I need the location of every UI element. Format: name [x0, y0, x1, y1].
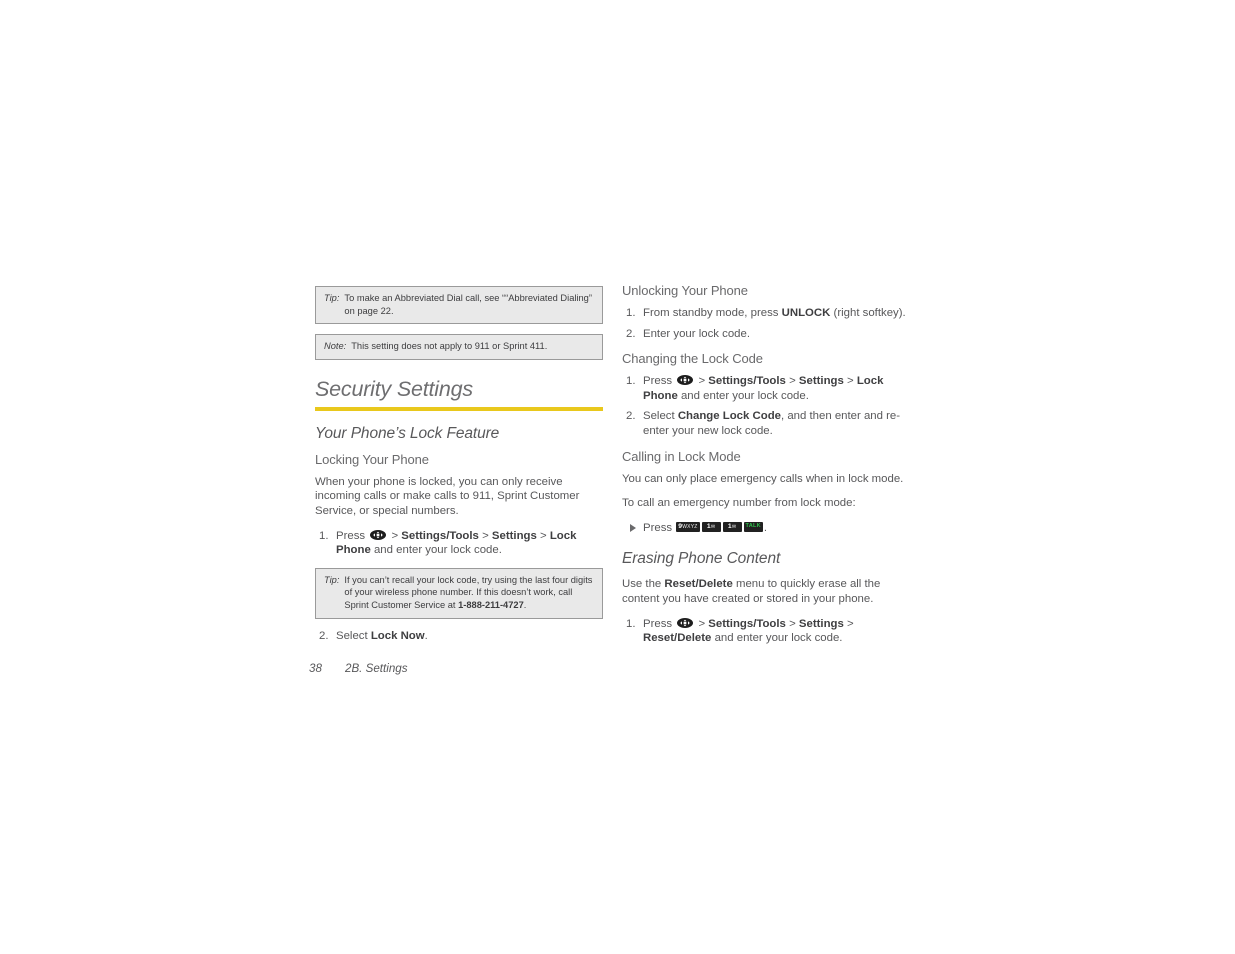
heading-locking-your-phone: Locking Your Phone — [315, 451, 429, 467]
step-text-before: Enter your lock code. — [643, 327, 750, 340]
nav-key-icon — [370, 529, 387, 540]
list-item: Press 9WXYZ 1✉ 1✉ TALK. — [622, 521, 914, 536]
key-1-icon: 1✉ — [701, 521, 721, 532]
step-number: 2. — [319, 629, 329, 642]
manual-page: Tip: To make an Abbreviated Dial call, s… — [0, 0, 1235, 954]
step-number: 2. — [626, 327, 636, 340]
note-label: Note: — [324, 341, 347, 352]
step-text-after: (right softkey). — [830, 307, 906, 319]
menu-crumb-settings: Settings — [798, 617, 844, 630]
list-item: 1. From standby mode, press UNLOCK (right… — [622, 306, 914, 321]
list-item: 1. Press > Settings/Tools > Settings > Lo… — [315, 529, 603, 558]
locking-steps-list-cont: 2. Select Lock Now. — [315, 629, 603, 644]
list-item: 2. Select Change Lock Code, and then ente… — [622, 409, 914, 438]
sprint-customer-service-phone: 1-888-211-4727 — [458, 599, 524, 610]
step-tail: and enter your lock code. — [677, 389, 809, 402]
erasing-steps-list: 1. Press > Settings/Tools > Settings > Re… — [622, 617, 914, 646]
tip-text-after: . — [523, 599, 527, 610]
subsection-heading-lock-feature: Your Phone’s Lock Feature — [315, 424, 500, 442]
step-number: 2. — [626, 410, 636, 423]
step-separator: > — [536, 529, 550, 542]
step-separator: > — [843, 375, 857, 388]
locking-intro-paragraph: When your phone is locked, you can only … — [315, 475, 580, 517]
heading-changing-the-lock-code: Changing the Lock Code — [622, 351, 763, 367]
menu-crumb-reset: Reset/ — [643, 632, 678, 645]
changing-lock-code-steps-list: 1. Press > Settings/Tools > Settings > Lo… — [622, 374, 914, 438]
gold-divider-rule — [315, 406, 603, 411]
key-sublabel: ✉ — [710, 523, 716, 530]
heading-unlocking-your-phone: Unlocking Your Phone — [622, 283, 748, 298]
step-number: 1. — [626, 617, 636, 630]
step-separator: > — [785, 617, 799, 630]
locking-steps-list: 1. Press > Settings/Tools > Settings > Lo… — [315, 529, 603, 558]
emergency-call-bullet-list: Press 9WXYZ 1✉ 1✉ TALK. — [622, 521, 914, 536]
step-text-before: Select — [336, 629, 371, 642]
menu-item-reset-delete: Reset/Delete — [664, 578, 733, 591]
tip-box-abbreviated-dial: Tip: To make an Abbreviated Dial call, s… — [315, 286, 603, 325]
list-item: 1. Press > Settings/Tools > Settings > Re… — [622, 617, 914, 646]
menu-crumb-settings-tools: Settings/Tools — [401, 529, 479, 542]
step-tail: . — [763, 521, 767, 534]
menu-crumb-settings: Settings — [491, 529, 537, 542]
list-item: 2. Enter your lock code. — [622, 327, 914, 342]
erasing-intro-paragraph: Use the Reset/Delete menu to quickly era… — [622, 577, 914, 606]
list-item: 2. Select Lock Now. — [315, 629, 603, 644]
step-separator: > — [785, 375, 799, 388]
key-sublabel: ✉ — [731, 523, 737, 530]
step-press-label: Press — [336, 529, 369, 542]
tip-label: Tip: — [324, 574, 340, 585]
section-heading-security-settings: Security Settings — [315, 376, 473, 401]
list-item: 1. Press > Settings/Tools > Settings > Lo… — [622, 374, 914, 403]
tip-text: If you can’t recall your lock code, try … — [344, 574, 594, 612]
step-separator: > — [478, 529, 492, 542]
erasing-intro-before: Use the — [622, 578, 665, 591]
step-press-label: Press — [643, 375, 676, 388]
right-column: Unlocking Your Phone 1. From standby mode… — [622, 283, 914, 656]
step-number: 1. — [626, 307, 636, 319]
step-text-before: Select — [643, 410, 678, 423]
key-sublabel: WXYZ — [682, 523, 698, 530]
menu-crumb-settings: Settings — [798, 375, 844, 388]
unlocking-steps-list: 1. From standby mode, press UNLOCK (right… — [622, 306, 914, 341]
step-press-label: Press — [643, 617, 676, 630]
note-text: This setting does not apply to 911 or Sp… — [351, 341, 548, 352]
menu-crumb-delete: Delete — [677, 632, 712, 645]
calling-lock-mode-lead: To call an emergency number from lock mo… — [622, 497, 856, 510]
note-box-911: Note: This setting does not apply to 911… — [315, 334, 603, 360]
menu-crumb-settings-tools: Settings/Tools — [708, 617, 786, 630]
step-number: 1. — [319, 529, 329, 542]
softkey-unlock-label: UNLOCK — [781, 307, 831, 319]
key-label: TALK — [745, 522, 761, 529]
left-column: Tip: To make an Abbreviated Dial call, s… — [315, 286, 603, 653]
step-tail: and enter your lock code. — [711, 632, 843, 645]
step-text-after: . — [424, 629, 428, 642]
step-tail: and enter your lock code. — [370, 544, 502, 557]
footer-page-number: 38 — [309, 662, 322, 675]
step-text-before: From standby mode, press — [643, 307, 782, 319]
calling-lock-mode-intro: You can only place emergency calls when … — [622, 472, 904, 485]
footer-chapter-title: 2B. Settings — [345, 662, 408, 675]
heading-calling-in-lock-mode: Calling in Lock Mode — [622, 448, 741, 464]
menu-item-change-lock-code: Change Lock Code — [677, 410, 781, 423]
tip-box-lock-code: Tip: If you can’t recall your lock code,… — [315, 567, 603, 619]
nav-key-icon — [677, 617, 694, 628]
key-talk-icon: TALK — [743, 521, 763, 532]
menu-crumb-settings-tools: Settings/Tools — [708, 375, 786, 388]
tip-label: Tip: — [324, 293, 340, 303]
step-separator: > — [695, 375, 709, 388]
nav-key-icon — [677, 375, 694, 386]
page-footer: 38 2B. Settings — [309, 662, 408, 675]
key-9-icon: 9WXYZ — [676, 521, 700, 532]
key-1-icon: 1✉ — [722, 521, 742, 532]
step-separator: > — [388, 529, 402, 542]
bullet-arrow-icon — [630, 523, 636, 532]
step-separator: > — [695, 617, 709, 630]
tip-text: To make an Abbreviated Dial call, see ““… — [344, 293, 592, 316]
menu-item-lock-now: Lock Now — [370, 629, 425, 642]
subsection-heading-erasing-phone-content: Erasing Phone Content — [622, 550, 781, 568]
step-number: 1. — [626, 375, 636, 388]
step-press-label: Press — [643, 521, 676, 534]
step-separator: > — [843, 617, 854, 630]
